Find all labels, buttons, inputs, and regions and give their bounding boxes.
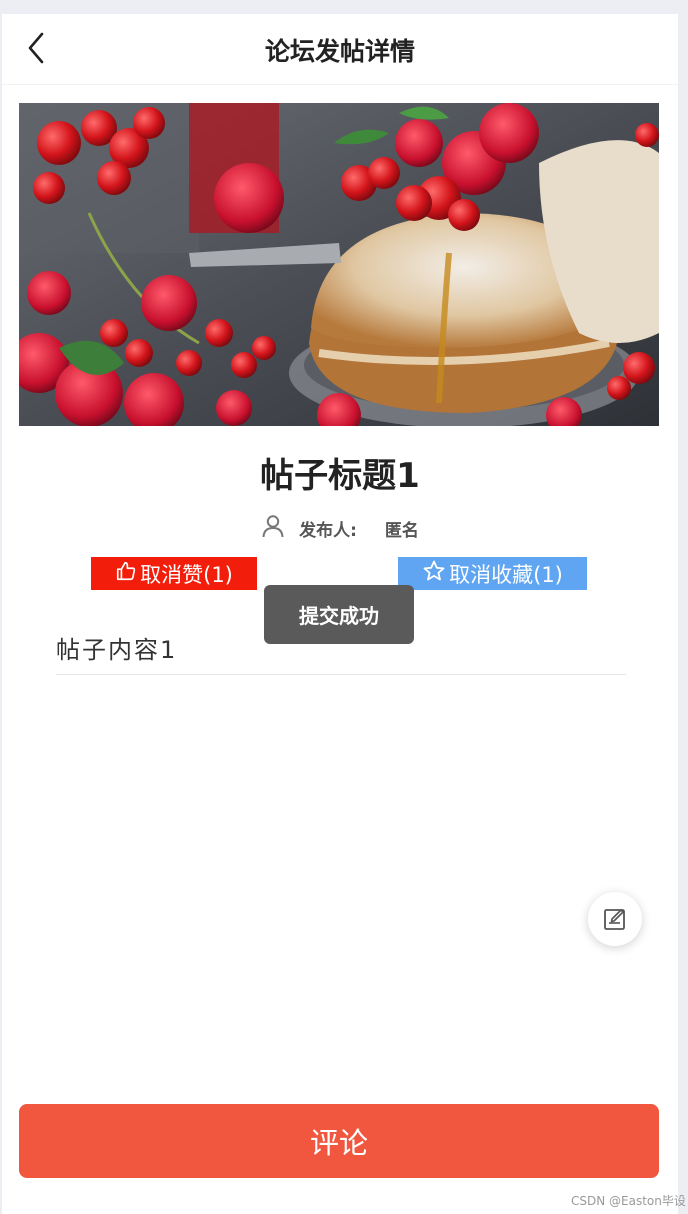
thumbs-up-icon [115,560,137,587]
edit-button[interactable] [588,892,642,946]
watermark: CSDN @Easton毕设 [571,1194,686,1208]
toast-message: 提交成功 [264,585,414,644]
unlike-button[interactable]: 取消赞(1) [91,557,257,590]
page-title: 论坛发帖详情 [264,37,415,66]
unfavorite-button[interactable]: 取消收藏(1) [398,557,587,590]
post-cover-image [19,103,659,426]
author-name: 匿名 [384,521,419,541]
user-icon [261,514,285,543]
unfavorite-label: 取消收藏(1) [449,562,563,587]
author-row: 发布人: 匿名 [2,514,678,543]
edit-note-icon [604,909,625,930]
unlike-label: 取消赞(1) [140,562,233,587]
star-icon [422,559,446,588]
comment-button[interactable]: 评论 [19,1104,659,1178]
phone-screen: 论坛发帖详情 帖子标题1 发布人: 匿名 取消赞(1) 取消收藏(1) 帖子内容… [2,14,678,1214]
author-label: 发布人: [299,521,357,541]
top-nav-bar: 论坛发帖详情 [2,14,678,85]
post-title: 帖子标题1 [260,456,420,496]
